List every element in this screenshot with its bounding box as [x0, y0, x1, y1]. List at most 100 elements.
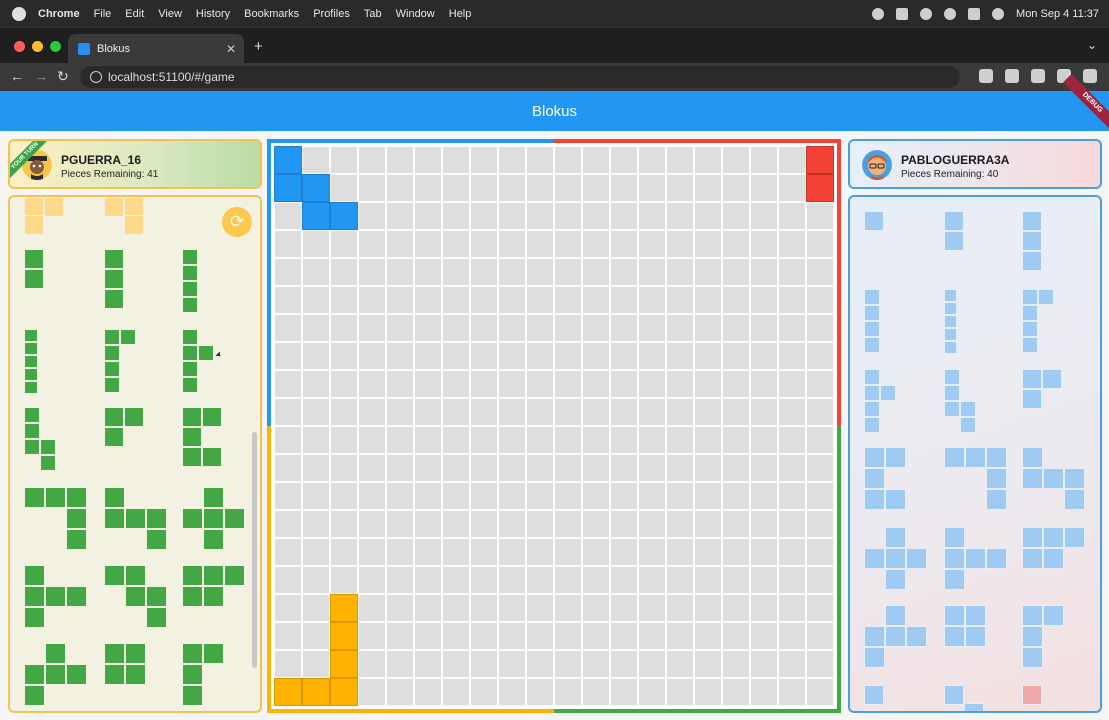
board-cell[interactable]: [498, 314, 526, 342]
board-cell[interactable]: [722, 650, 750, 678]
board-cell-red[interactable]: [806, 174, 834, 202]
board-cell[interactable]: [582, 398, 610, 426]
board-cell[interactable]: [610, 286, 638, 314]
board-cell[interactable]: [470, 202, 498, 230]
board-cell[interactable]: [806, 454, 834, 482]
board-cell[interactable]: [722, 566, 750, 594]
board-cell[interactable]: [694, 594, 722, 622]
board-cell[interactable]: [302, 566, 330, 594]
board-cell[interactable]: [554, 258, 582, 286]
board-cell[interactable]: [414, 538, 442, 566]
board-cell[interactable]: [638, 370, 666, 398]
board-cell[interactable]: [722, 510, 750, 538]
board-cell[interactable]: [582, 174, 610, 202]
board-cell[interactable]: [274, 594, 302, 622]
board-cell[interactable]: [526, 538, 554, 566]
board-cell[interactable]: [386, 342, 414, 370]
board-cell[interactable]: [414, 426, 442, 454]
board-cell[interactable]: [610, 342, 638, 370]
board-cell[interactable]: [554, 622, 582, 650]
board-cell[interactable]: [666, 286, 694, 314]
board-cell[interactable]: [554, 174, 582, 202]
board-cell[interactable]: [806, 650, 834, 678]
piece-cell[interactable]: [124, 215, 144, 235]
board-cell[interactable]: [778, 678, 806, 706]
board-cell[interactable]: [554, 230, 582, 258]
board-cell[interactable]: [694, 482, 722, 510]
board-cell[interactable]: [302, 230, 330, 258]
piece-cell[interactable]: [124, 197, 144, 217]
board-cell[interactable]: [414, 594, 442, 622]
close-window-button[interactable]: [14, 41, 25, 52]
board-cell[interactable]: [498, 482, 526, 510]
board-cell[interactable]: [526, 622, 554, 650]
board-cell[interactable]: [386, 482, 414, 510]
menu-history[interactable]: History: [196, 8, 230, 20]
board-cell[interactable]: [386, 594, 414, 622]
board-cell[interactable]: [414, 230, 442, 258]
board-cell[interactable]: [526, 174, 554, 202]
board-cell[interactable]: [778, 286, 806, 314]
board-cell[interactable]: [358, 202, 386, 230]
board-cell[interactable]: [470, 426, 498, 454]
piece-cell[interactable]: [104, 197, 124, 217]
board-cell[interactable]: [554, 146, 582, 174]
board-cell[interactable]: [750, 370, 778, 398]
board-cell[interactable]: [274, 510, 302, 538]
board-cell[interactable]: [582, 454, 610, 482]
board-cell[interactable]: [386, 650, 414, 678]
tab-search-button[interactable]: ⌄: [1087, 38, 1097, 52]
board-cell[interactable]: [582, 286, 610, 314]
board-cell[interactable]: [274, 258, 302, 286]
menu-clock[interactable]: Mon Sep 4 11:37: [1016, 8, 1099, 20]
board-cell[interactable]: [666, 454, 694, 482]
board-cell[interactable]: [638, 174, 666, 202]
board-cell[interactable]: [386, 538, 414, 566]
board-cell[interactable]: [638, 342, 666, 370]
board-cell[interactable]: [470, 678, 498, 706]
board-cell[interactable]: [358, 370, 386, 398]
board-cell[interactable]: [582, 594, 610, 622]
board-cell-blue[interactable]: [302, 174, 330, 202]
board-cell[interactable]: [666, 426, 694, 454]
board-cell[interactable]: [330, 454, 358, 482]
zoom-window-button[interactable]: [50, 41, 61, 52]
board-cell[interactable]: [498, 454, 526, 482]
board-cell[interactable]: [750, 174, 778, 202]
board-cell[interactable]: [470, 230, 498, 258]
board-cell[interactable]: [358, 398, 386, 426]
board-cell[interactable]: [414, 454, 442, 482]
board-cell[interactable]: [610, 622, 638, 650]
board-cell[interactable]: [330, 314, 358, 342]
board-cell[interactable]: [330, 482, 358, 510]
board-cell[interactable]: [582, 370, 610, 398]
extension-tray-icon[interactable]: [896, 7, 909, 20]
board-cell[interactable]: [442, 230, 470, 258]
board-cell[interactable]: [666, 482, 694, 510]
board-cell[interactable]: [302, 622, 330, 650]
board-cell[interactable]: [638, 622, 666, 650]
board-cell[interactable]: [442, 594, 470, 622]
board-cell[interactable]: [470, 370, 498, 398]
board-cell-yellow[interactable]: [330, 594, 358, 622]
board-cell[interactable]: [442, 566, 470, 594]
board-grid[interactable]: [274, 146, 834, 706]
board-cell[interactable]: [638, 426, 666, 454]
board-cell[interactable]: [386, 678, 414, 706]
board-cell[interactable]: [582, 202, 610, 230]
board-cell[interactable]: [358, 314, 386, 342]
menu-profiles[interactable]: Profiles: [313, 8, 350, 20]
board-cell[interactable]: [750, 482, 778, 510]
url-text[interactable]: localhost:51100/#/game: [108, 70, 235, 84]
board-cell[interactable]: [358, 454, 386, 482]
board-cell[interactable]: [302, 342, 330, 370]
board-cell[interactable]: [526, 230, 554, 258]
board-cell[interactable]: [806, 482, 834, 510]
board-cell[interactable]: [694, 314, 722, 342]
board-cell[interactable]: [330, 398, 358, 426]
board-cell[interactable]: [526, 370, 554, 398]
board-cell[interactable]: [694, 146, 722, 174]
board-cell[interactable]: [386, 454, 414, 482]
board-cell[interactable]: [778, 594, 806, 622]
board-cell[interactable]: [638, 286, 666, 314]
